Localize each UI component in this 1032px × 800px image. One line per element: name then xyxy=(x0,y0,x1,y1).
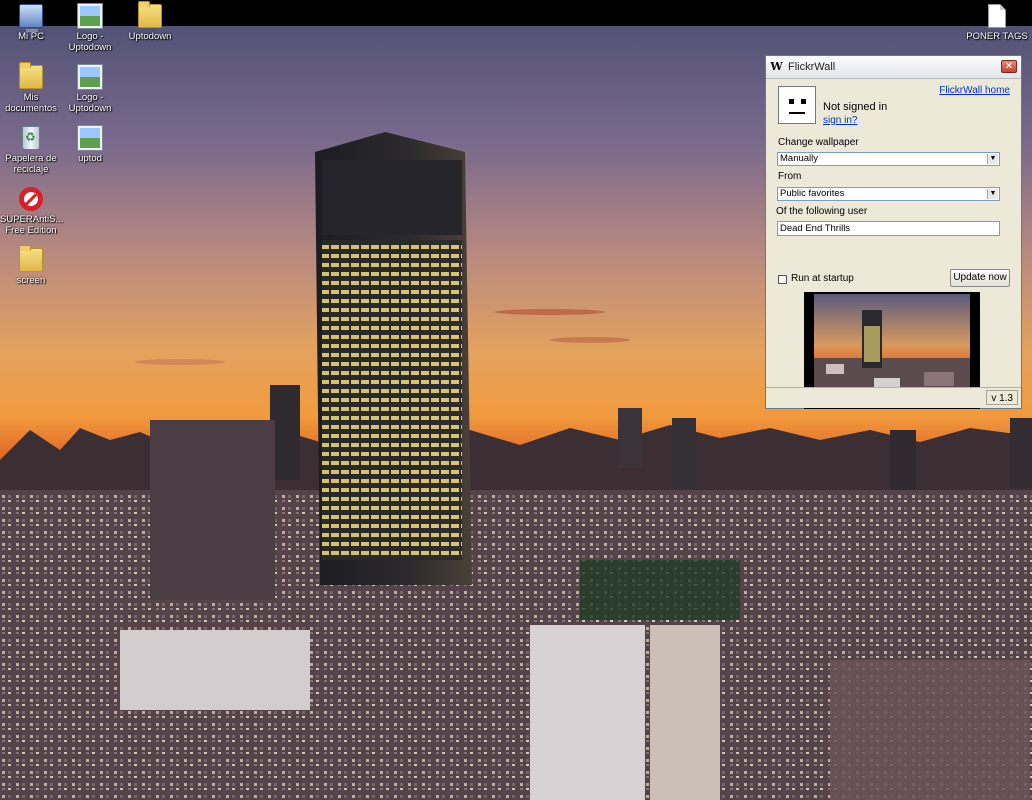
desktop-icon-label: Mis documentos xyxy=(5,92,57,114)
update-now-button[interactable]: Update now xyxy=(950,269,1010,287)
desktop-icon-label: Mi PC xyxy=(18,31,44,42)
from-value: Public favorites xyxy=(780,188,845,199)
window-title: FlickrWall xyxy=(788,61,836,73)
close-button[interactable]: ✕ xyxy=(1001,60,1017,73)
chevron-down-icon[interactable]: ▼ xyxy=(987,189,998,199)
chevron-down-icon[interactable]: ▼ xyxy=(987,154,998,164)
from-label: From xyxy=(778,171,802,182)
avatar-eye xyxy=(789,99,794,104)
run-at-startup-checkbox[interactable] xyxy=(778,275,787,284)
folder-icon xyxy=(19,245,43,272)
user-label: Of the following user xyxy=(776,206,868,217)
avatar xyxy=(778,86,816,124)
flickrwall-home-link[interactable]: FlickrWall home xyxy=(939,85,1010,96)
desktop-icon-poner-tags[interactable]: PONER TAGS xyxy=(966,2,1028,42)
desktop-icon-logo-uptodown[interactable]: Logo - Uptodown xyxy=(59,2,121,53)
user-input-value: Dead End Thrills xyxy=(780,223,851,234)
desktop-icon-superantispyware[interactable]: SUPERAntiS... Free Edition xyxy=(0,185,64,236)
documents-folder-icon xyxy=(19,62,43,89)
image-file-icon xyxy=(78,4,102,28)
desktop-icon-papelera[interactable]: Papelera de reciclaje xyxy=(0,124,62,175)
text-file-icon xyxy=(988,4,1006,28)
desktop-icon-mi-pc[interactable]: Mi PC xyxy=(0,2,62,42)
avatar-eye xyxy=(801,99,806,104)
close-icon: ✕ xyxy=(1004,61,1014,72)
app-icon: W xyxy=(770,60,783,73)
desktop-icon-screen[interactable]: screen xyxy=(0,245,62,286)
computer-icon xyxy=(19,4,43,32)
user-input[interactable]: Dead End Thrills xyxy=(777,221,1000,236)
folder-icon xyxy=(138,1,162,28)
run-at-startup-label: Run at startup xyxy=(791,273,854,284)
desktop-icon-mis-documentos[interactable]: Mis documentos xyxy=(0,62,62,114)
desktop-icon-uptod[interactable]: uptod xyxy=(59,124,121,164)
desktop-icon-label: Logo - Uptodown xyxy=(68,92,112,114)
desktop-icon-label: SUPERAntiS... Free Edition xyxy=(0,214,64,236)
desktop-icon-label: Papelera de reciclaje xyxy=(5,153,57,175)
version-label: v 1.3 xyxy=(986,390,1018,405)
desktop-icon-label: screen xyxy=(16,275,46,286)
antispyware-icon xyxy=(19,187,43,211)
recycle-bin-icon xyxy=(22,126,40,150)
image-file-icon xyxy=(78,126,102,150)
sign-in-link[interactable]: sign in? xyxy=(823,115,857,126)
desktop-icon-label: PONER TAGS xyxy=(966,31,1028,42)
change-wallpaper-select[interactable]: Manually ▼ xyxy=(777,152,1000,166)
avatar-mouth xyxy=(789,112,805,114)
desktop-icon-logo-uptodown-2[interactable]: Logo - Uptodown xyxy=(59,63,121,114)
change-wallpaper-value: Manually xyxy=(780,153,819,164)
window-titlebar[interactable]: W FlickrWall ✕ xyxy=(766,56,1021,79)
desktop-icon-label: Uptodown xyxy=(128,31,172,42)
from-select[interactable]: Public favorites ▼ xyxy=(777,187,1000,201)
flickrwall-window: W FlickrWall ✕ Not signed in sign in? Fl… xyxy=(765,55,1022,409)
window-statusbar: v 1.3 xyxy=(766,387,1021,408)
window-client-area: Not signed in sign in? FlickrWall home C… xyxy=(772,82,1015,409)
change-wallpaper-label: Change wallpaper xyxy=(778,137,859,148)
sign-in-status: Not signed in xyxy=(823,101,888,113)
desktop-icon-label: Logo - Uptodown xyxy=(68,31,112,53)
desktop-icon-uptodown-folder[interactable]: Uptodown xyxy=(119,1,181,42)
image-file-icon xyxy=(78,65,102,89)
desktop-icon-label: uptod xyxy=(78,153,102,164)
